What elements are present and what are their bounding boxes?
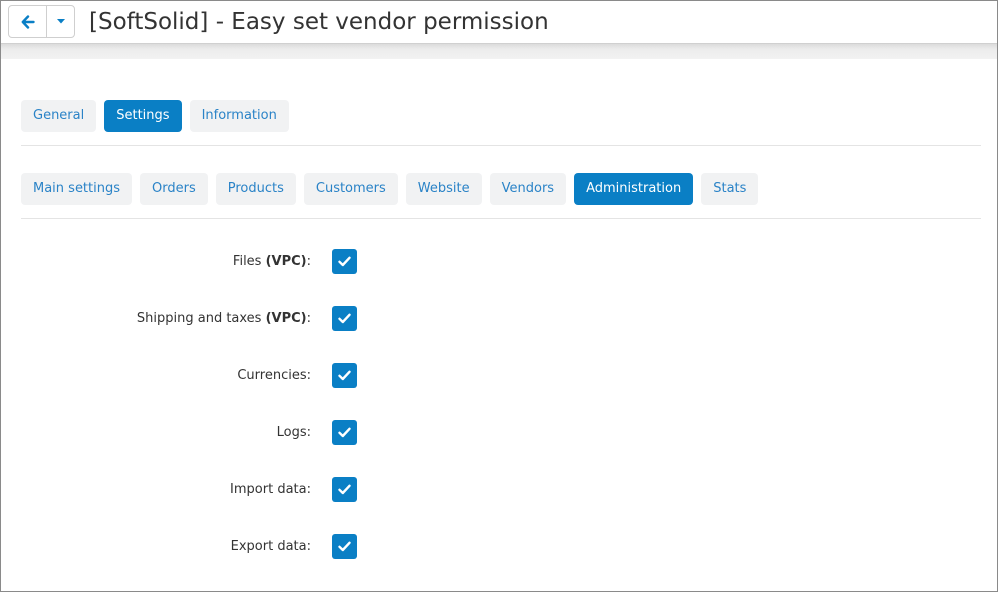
navigation-button-group [8, 5, 75, 38]
permission-row: Logs: [21, 420, 521, 446]
tab-settings[interactable]: Settings [104, 100, 182, 132]
settings-subtabs: Main settings Orders Products Customers Webs… [21, 173, 759, 205]
permission-label: Import data: [230, 477, 311, 503]
checkmark-icon [338, 313, 351, 324]
subtab-main-settings[interactable]: Main settings [21, 173, 133, 205]
subtab-products[interactable]: Products [215, 173, 296, 205]
checkmark-icon [338, 370, 351, 381]
permission-row: Export data: [21, 534, 521, 560]
checkmark-icon [338, 256, 351, 267]
arrow-left-icon [21, 14, 35, 29]
back-button[interactable] [9, 6, 48, 37]
tab-information[interactable]: Information [189, 100, 289, 132]
permission-label: Currencies: [237, 363, 311, 389]
checkmark-icon [338, 541, 351, 552]
permission-checkbox[interactable] [332, 249, 357, 274]
permission-label: Export data: [231, 534, 311, 560]
permission-label-text: Export data: [230, 539, 311, 554]
header-shadow-bar [1, 43, 997, 59]
subtab-administration[interactable]: Administration [574, 173, 694, 205]
checkmark-icon [338, 427, 351, 438]
subtab-orders[interactable]: Orders [140, 173, 208, 205]
permission-label-badge: (VPC) [265, 311, 307, 326]
permission-label-text: Shipping and taxes [136, 311, 262, 326]
page-header: [SoftSolid] - Easy set vendor permission [1, 1, 997, 43]
permission-row: Import data: [21, 477, 521, 503]
permission-label-badge: (VPC) [265, 254, 307, 269]
permission-row: Currencies: [21, 363, 521, 389]
permission-label-suffix: : [306, 311, 311, 326]
permission-label-suffix: : [306, 254, 311, 269]
permission-label: Logs: [277, 420, 311, 446]
subtab-website[interactable]: Website [405, 173, 482, 205]
permission-label: Shipping and taxes (VPC): [137, 306, 311, 332]
page-frame: [SoftSolid] - Easy set vendor permission… [0, 0, 998, 592]
permission-label-text: Import data: [230, 482, 311, 497]
permission-checkbox[interactable] [332, 306, 357, 331]
checkmark-icon [338, 484, 351, 495]
permission-label-text: Files [232, 254, 262, 269]
main-tabs: General Settings Information [21, 100, 289, 132]
caret-down-icon [56, 19, 65, 24]
tab-general[interactable]: General [21, 100, 97, 132]
permission-row: Files (VPC): [21, 249, 521, 275]
subtab-customers[interactable]: Customers [303, 173, 398, 205]
history-dropdown-button[interactable] [47, 6, 74, 37]
permission-checkbox[interactable] [332, 420, 357, 445]
subtabs-divider [21, 218, 981, 219]
page-title: [SoftSolid] - Easy set vendor permission [89, 9, 549, 35]
permission-label-text: Logs: [276, 425, 311, 440]
subtab-vendors[interactable]: Vendors [489, 173, 567, 205]
tabs-divider [21, 145, 981, 146]
permission-row: Shipping and taxes (VPC): [21, 306, 521, 332]
permission-checkbox[interactable] [332, 534, 357, 559]
permission-checkbox[interactable] [332, 477, 357, 502]
subtab-stats[interactable]: Stats [701, 173, 759, 205]
permission-checkbox[interactable] [332, 363, 357, 388]
permission-label: Files (VPC): [233, 249, 311, 275]
permission-label-text: Currencies: [237, 368, 311, 383]
